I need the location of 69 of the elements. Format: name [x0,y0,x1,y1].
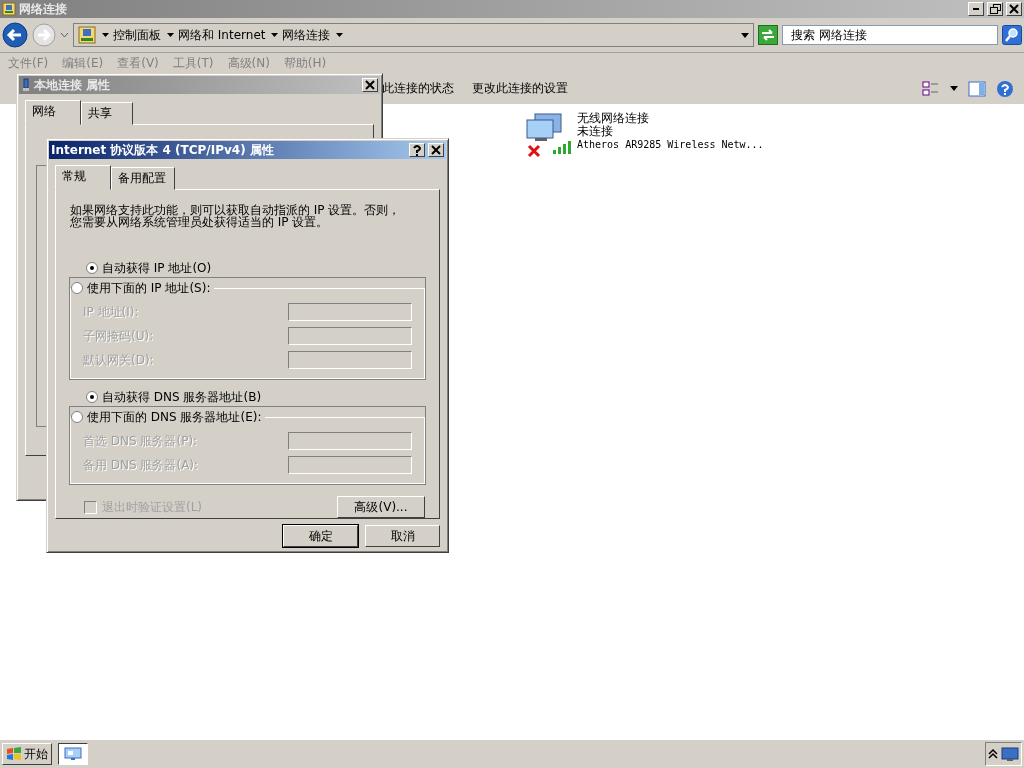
caret-icon[interactable] [271,33,279,37]
breadcrumb-link[interactable]: 控制面板 [113,26,161,44]
connection-status: 未连接 [577,125,613,138]
restore-button[interactable] [987,2,1003,16]
restore-icon [989,4,1001,14]
radio-option[interactable]: 使用下面的 DNS 服务器地址(E): [71,407,262,427]
search-field[interactable]: 搜索 网络连接 [782,25,998,45]
dialog-title: Internet 协议版本 4 (TCP/IPv4) 属性 [51,141,275,159]
radio-option[interactable]: 自动获得 IP 地址(O) [86,258,425,278]
caret-icon[interactable] [167,33,174,37]
close-icon [1009,4,1019,14]
close-icon [365,80,375,90]
close-icon [431,145,441,155]
caret-icon[interactable] [741,32,749,38]
tab[interactable]: 常规 [55,165,111,190]
window-title: 网络连接 [19,0,68,18]
monitor-icon[interactable] [1001,747,1019,761]
help-button[interactable] [409,143,425,157]
command-button[interactable]: 更改此连接的设置 [472,80,568,97]
chevron-up-icon[interactable] [988,749,998,759]
caret-icon[interactable] [102,33,109,37]
ip-address-field[interactable] [288,432,412,450]
connection-name[interactable]: 无线网络连接 [577,112,764,125]
ip-address-field[interactable] [288,303,412,321]
breadcrumb-link[interactable]: 网络连接 [282,26,331,44]
minimize-button[interactable] [968,2,984,16]
command-button[interactable]: 此连接的状态 [382,80,454,97]
cancel-button[interactable]: 取消 [365,525,440,547]
radio-option[interactable]: 自动获得 DNS 服务器地址(B) [86,387,425,407]
help-icon[interactable] [996,79,1014,98]
close-button[interactable] [428,143,444,157]
network-folder-icon [78,26,96,44]
ip-address-field[interactable] [288,327,412,345]
caret-icon[interactable] [336,33,344,37]
ok-button[interactable]: 确定 [283,525,358,547]
close-button[interactable] [1006,2,1022,16]
preview-pane-icon[interactable] [968,80,986,97]
network-folder-icon [2,2,16,16]
advanced-button[interactable]: 高级(V)... [337,496,425,518]
taskbar-button[interactable] [58,743,88,765]
radio-button[interactable] [86,391,98,403]
dropdown-icon[interactable] [60,32,69,38]
computer-icon [525,112,565,142]
tab[interactable]: 共享 [81,102,133,125]
search-icon[interactable] [1002,25,1022,45]
address-bar[interactable]: 控制面板 网络和 Internet 网络连接 [73,23,754,47]
windows-logo-icon [6,746,22,762]
ip-address-field[interactable] [288,456,412,474]
ip-address-field[interactable] [288,351,412,369]
signal-bars-icon [551,140,573,154]
radio-button[interactable] [71,282,83,294]
radio-button[interactable] [71,411,83,423]
tab[interactable]: 网络 [25,100,81,125]
radio-option[interactable]: 使用下面的 IP 地址(S): [71,278,211,298]
help-icon [413,144,421,156]
radio-button[interactable] [86,262,98,274]
tab[interactable]: 备用配置 [111,167,175,190]
start-button[interactable]: 开始 [2,743,52,765]
back-button-icon[interactable] [2,22,28,48]
description-text: 如果网络支持此功能，则可以获取自动指派的 IP 设置。否则，您需要从网络系统管理员处获得适当的 IP 设置。 [70,204,402,228]
breadcrumb-link[interactable]: 网络和 Internet [178,26,266,44]
close-button[interactable] [362,78,378,92]
dialog-title: 本地连接 属性 [34,76,112,94]
adapter-name: Atheros AR9285 Wireless Netw... [577,138,764,151]
minimize-icon [973,8,979,10]
caret-icon[interactable] [950,86,958,91]
view-icon[interactable] [922,80,940,97]
network-window-icon [64,747,82,761]
refresh-icon[interactable] [758,25,778,45]
